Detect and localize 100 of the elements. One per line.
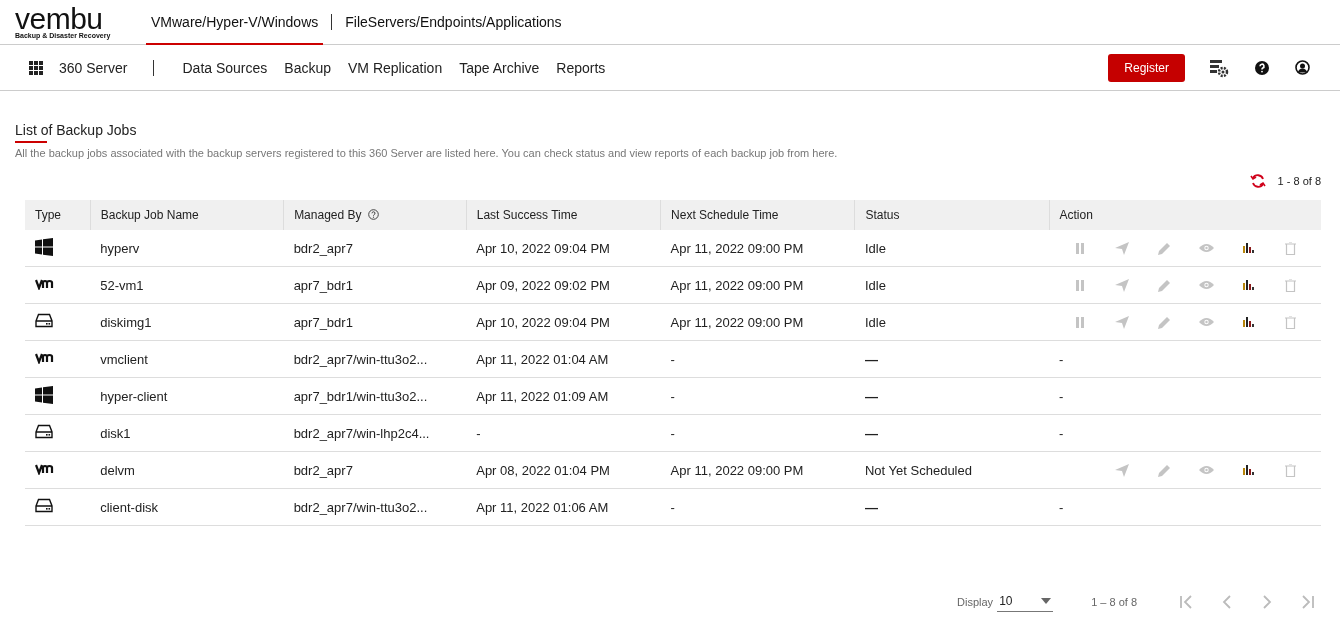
last-page-icon[interactable] (1299, 594, 1315, 610)
job-name-cell: diskimg1 (90, 303, 284, 341)
product-name[interactable]: 360 Server (59, 59, 128, 76)
job-name-cell: client-disk (90, 488, 284, 526)
pause-icon[interactable] (1075, 316, 1085, 328)
job-name-cell: hyperv (90, 230, 284, 267)
nav-link[interactable]: Data Sources (182, 59, 268, 76)
paper-plane-icon[interactable] (1115, 463, 1129, 477)
refresh-icon[interactable] (1249, 173, 1266, 189)
paper-plane-icon[interactable] (1115, 315, 1129, 329)
nav-link[interactable]: Tape Archive (459, 59, 540, 76)
user-icon[interactable] (1295, 60, 1310, 75)
last-success-cell: Apr 10, 2022 09:04 PM (466, 303, 661, 341)
next-schedule-cell: - (660, 414, 855, 452)
bar-chart-icon[interactable] (1242, 317, 1254, 327)
eye-icon[interactable] (1198, 280, 1214, 290)
next-schedule-cell: Apr 11, 2022 09:00 PM (660, 230, 855, 267)
last-success-cell: Apr 11, 2022 01:09 AM (466, 377, 661, 415)
nav-link[interactable]: Reports (556, 59, 606, 76)
info-icon[interactable] (367, 209, 379, 220)
action-cell: - (1059, 425, 1064, 441)
status-cell: — (855, 340, 1049, 378)
trash-icon[interactable] (1284, 241, 1296, 255)
next-schedule-cell: Apr 11, 2022 09:00 PM (660, 303, 855, 341)
trash-icon[interactable] (1284, 278, 1296, 292)
next-schedule-cell: - (660, 340, 855, 378)
column-header: Type (25, 200, 91, 230)
pause-icon[interactable] (1075, 242, 1085, 254)
page-size-select[interactable]: 10 (997, 592, 1054, 612)
column-header: Backup Job Name (90, 200, 284, 230)
last-success-cell: Apr 09, 2022 09:02 PM (466, 266, 661, 304)
job-name-cell: hyper-client (90, 377, 284, 415)
nav-link[interactable]: VM Replication (348, 59, 443, 76)
last-success-cell: Apr 10, 2022 09:04 PM (466, 230, 661, 267)
bar-chart-icon[interactable] (1242, 243, 1254, 253)
last-success-cell: Apr 11, 2022 01:06 AM (466, 488, 661, 526)
edit-icon[interactable] (1157, 278, 1171, 292)
status-cell: Not Yet Scheduled (855, 451, 1049, 489)
managed-by-cell: bdr2_apr7/win-ttu3o2... (283, 340, 467, 378)
grid-icon[interactable] (29, 60, 43, 75)
page-range: 1 – 8 of 8 (1091, 596, 1137, 608)
managed-by-cell: apr7_bdr1 (283, 266, 467, 304)
next-schedule-cell: - (660, 488, 855, 526)
column-header: Managed By (283, 200, 467, 230)
paper-plane-icon[interactable] (1115, 241, 1129, 255)
managed-by-cell: apr7_bdr1 (283, 303, 467, 341)
status-cell: — (855, 377, 1049, 415)
job-name-cell: disk1 (90, 414, 284, 452)
managed-by-cell: bdr2_apr7 (283, 451, 467, 489)
display-label: Display (957, 596, 994, 608)
trash-icon[interactable] (1284, 315, 1296, 329)
next-schedule-cell: Apr 11, 2022 09:00 PM (660, 451, 855, 489)
page-description: All the backup jobs associated with the backup servers registered to this 360 Server are listed here. You can check status and view reports of each backup job from here. (15, 147, 839, 159)
edit-icon[interactable] (1157, 315, 1171, 329)
windows-icon (35, 237, 53, 256)
server-settings-icon[interactable] (1209, 57, 1229, 78)
register-button[interactable]: Register (1108, 53, 1185, 82)
action-cell: - (1059, 499, 1064, 515)
column-header: Next Schedule Time (660, 200, 855, 230)
status-cell: — (855, 414, 1049, 452)
windows-icon (35, 385, 53, 404)
bar-chart-icon[interactable] (1242, 465, 1254, 475)
hard-drive-icon (35, 313, 53, 328)
job-name-cell: 52-vm1 (90, 266, 284, 304)
nav-link[interactable]: Backup (284, 59, 331, 76)
product-tab[interactable]: VMware/Hyper-V/Windows (146, 0, 324, 45)
job-name-cell: vmclient (90, 340, 284, 378)
column-header: Status (855, 200, 1049, 230)
edit-icon[interactable] (1157, 241, 1171, 255)
eye-icon[interactable] (1198, 317, 1214, 327)
trash-icon[interactable] (1284, 463, 1296, 477)
next-schedule-cell: Apr 11, 2022 09:00 PM (660, 266, 855, 304)
managed-by-cell: apr7_bdr1/win-ttu3o2... (283, 377, 467, 415)
status-cell: — (855, 488, 1049, 526)
first-page-icon[interactable] (1179, 594, 1195, 610)
managed-by-cell: bdr2_apr7/win-lhp2c4... (283, 414, 467, 452)
eye-icon[interactable] (1198, 465, 1214, 475)
action-cell: - (1059, 351, 1064, 367)
paper-plane-icon[interactable] (1115, 278, 1129, 292)
last-success-cell: Apr 08, 2022 01:04 PM (466, 451, 661, 489)
bar-chart-icon[interactable] (1242, 280, 1254, 290)
hard-drive-icon (35, 424, 53, 439)
record-count: 1 - 8 of 8 (1277, 175, 1321, 187)
next-schedule-cell: - (660, 377, 855, 415)
pause-icon[interactable] (1075, 279, 1085, 291)
logo-wordmark: vembu (15, 5, 103, 32)
managed-by-cell: bdr2_apr7 (283, 230, 467, 267)
hard-drive-icon (35, 498, 53, 513)
product-tab[interactable]: FileServers/Endpoints/Applications (340, 0, 567, 45)
last-success-cell: Apr 11, 2022 01:04 AM (466, 340, 661, 378)
eye-icon[interactable] (1198, 243, 1214, 253)
help-icon[interactable] (1255, 60, 1269, 75)
status-cell: Idle (855, 230, 1049, 267)
dropdown-caret-icon (1041, 598, 1052, 604)
column-header: Last Success Time (466, 200, 661, 230)
edit-icon[interactable] (1157, 463, 1171, 477)
column-header: Action (1049, 200, 1321, 230)
managed-by-cell: bdr2_apr7/win-ttu3o2... (283, 488, 467, 526)
action-cell: - (1059, 388, 1064, 404)
last-success-cell: - (466, 414, 661, 452)
